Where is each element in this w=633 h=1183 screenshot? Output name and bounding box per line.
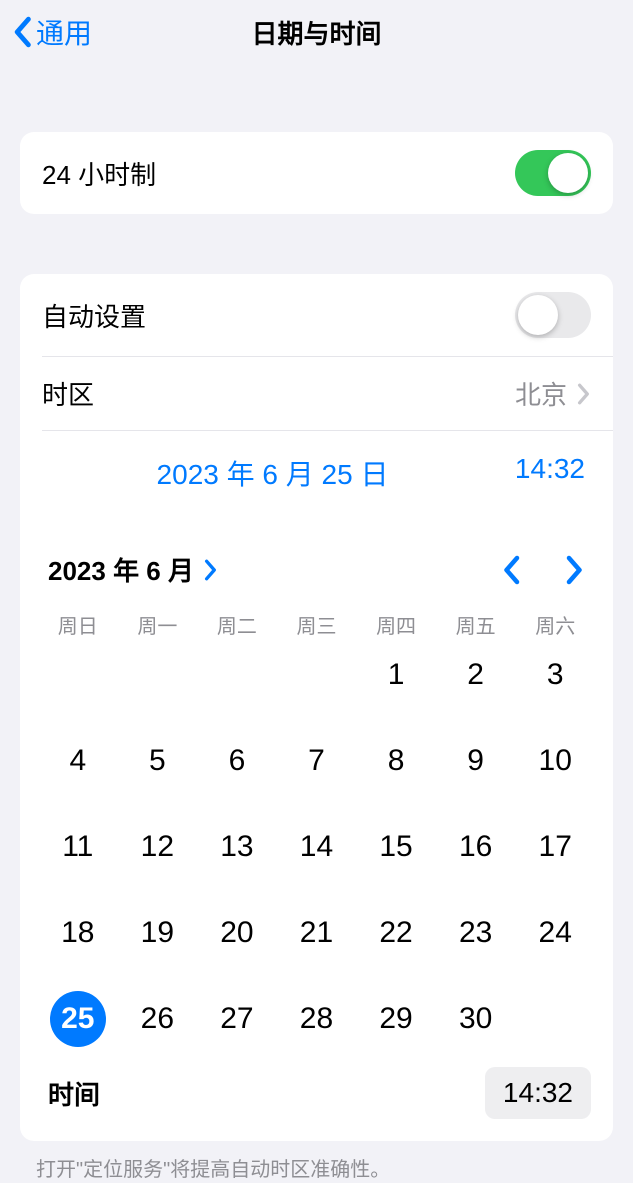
day-number: 2 [448, 647, 504, 703]
selected-date-display[interactable]: 2023 年 6 月 25 日 [70, 453, 475, 493]
weekday-label: 周日 [38, 610, 118, 639]
weekday-label: 周五 [436, 610, 516, 639]
selected-time-display[interactable]: 14:32 [475, 453, 585, 493]
day-number: 1 [368, 647, 424, 703]
day-cell[interactable]: 12 [118, 819, 198, 875]
day-number: 17 [527, 819, 583, 875]
day-cell[interactable]: 17 [515, 819, 595, 875]
day-number: 19 [129, 905, 185, 961]
day-number: 25 [50, 991, 106, 1047]
day-cell[interactable]: 27 [197, 991, 277, 1047]
day-number: 16 [448, 819, 504, 875]
back-label: 通用 [36, 12, 92, 52]
day-cell[interactable]: 18 [38, 905, 118, 961]
day-number: 18 [50, 905, 106, 961]
day-cell[interactable]: 10 [515, 733, 595, 789]
auto-set-label: 自动设置 [42, 297, 146, 334]
month-label: 2023 年 6 月 [48, 551, 194, 588]
month-picker[interactable]: 2023 年 6 月 [48, 551, 218, 588]
day-empty [277, 647, 357, 703]
day-cell[interactable]: 11 [38, 819, 118, 875]
day-cell[interactable]: 20 [197, 905, 277, 961]
day-number: 3 [527, 647, 583, 703]
day-cell[interactable]: 3 [515, 647, 595, 703]
day-number: 21 [288, 905, 344, 961]
day-cell[interactable]: 1 [356, 647, 436, 703]
day-cell[interactable]: 13 [197, 819, 277, 875]
day-number: 10 [527, 733, 583, 789]
day-cell[interactable]: 19 [118, 905, 198, 961]
time-picker[interactable]: 14:32 [485, 1067, 591, 1119]
auto-set-toggle[interactable] [515, 292, 591, 338]
clock-24-toggle[interactable] [515, 150, 591, 196]
day-cell[interactable]: 28 [277, 991, 357, 1047]
clock-24-label: 24 小时制 [42, 155, 156, 192]
day-cell[interactable]: 15 [356, 819, 436, 875]
day-number: 20 [209, 905, 265, 961]
day-number: 30 [448, 991, 504, 1047]
day-empty [197, 647, 277, 703]
day-cell[interactable]: 16 [436, 819, 516, 875]
day-cell[interactable]: 7 [277, 733, 357, 789]
day-cell[interactable]: 25 [38, 991, 118, 1047]
footer-note: 打开"定位服务"将提高自动时区准确性。 [0, 1141, 633, 1182]
day-cell[interactable]: 2 [436, 647, 516, 703]
time-label: 时间 [48, 1075, 100, 1112]
day-number: 11 [50, 819, 106, 875]
day-number: 6 [209, 733, 265, 789]
day-number: 4 [50, 733, 106, 789]
chevron-left-icon [12, 16, 32, 48]
back-button[interactable]: 通用 [12, 12, 92, 52]
day-number: 29 [368, 991, 424, 1047]
weekday-label: 周二 [197, 610, 277, 639]
timezone-label: 时区 [42, 375, 94, 412]
weekday-label: 周四 [356, 610, 436, 639]
clock-24-row: 24 小时制 [20, 132, 613, 214]
day-number: 24 [527, 905, 583, 961]
day-cell[interactable]: 14 [277, 819, 357, 875]
weekday-label: 周六 [515, 610, 595, 639]
auto-set-row: 自动设置 [20, 274, 613, 356]
day-cell[interactable]: 4 [38, 733, 118, 789]
day-cell[interactable]: 8 [356, 733, 436, 789]
day-number: 22 [368, 905, 424, 961]
day-cell[interactable]: 6 [197, 733, 277, 789]
day-number: 8 [368, 733, 424, 789]
day-cell[interactable]: 9 [436, 733, 516, 789]
day-number: 26 [129, 991, 185, 1047]
day-empty [38, 647, 118, 703]
weekday-label: 周三 [277, 610, 357, 639]
day-cell[interactable]: 22 [356, 905, 436, 961]
day-empty [118, 647, 198, 703]
day-cell[interactable]: 30 [436, 991, 516, 1047]
day-number: 7 [288, 733, 344, 789]
day-cell[interactable]: 26 [118, 991, 198, 1047]
day-cell[interactable]: 21 [277, 905, 357, 961]
chevron-right-icon [577, 383, 591, 405]
day-number: 14 [288, 819, 344, 875]
day-number: 28 [288, 991, 344, 1047]
timezone-row[interactable]: 时区 北京 [42, 357, 613, 430]
prev-month-button[interactable] [501, 555, 521, 585]
day-cell[interactable]: 29 [356, 991, 436, 1047]
day-number: 13 [209, 819, 265, 875]
day-number: 23 [448, 905, 504, 961]
day-cell[interactable]: 5 [118, 733, 198, 789]
day-number: 15 [368, 819, 424, 875]
day-cell[interactable]: 23 [436, 905, 516, 961]
timezone-value: 北京 [515, 375, 567, 412]
day-number: 27 [209, 991, 265, 1047]
chevron-right-icon [204, 559, 218, 581]
next-month-button[interactable] [565, 555, 585, 585]
day-number: 12 [129, 819, 185, 875]
page-title: 日期与时间 [251, 14, 381, 51]
weekday-label: 周一 [118, 610, 198, 639]
day-number: 9 [448, 733, 504, 789]
day-number: 5 [129, 733, 185, 789]
day-cell[interactable]: 24 [515, 905, 595, 961]
